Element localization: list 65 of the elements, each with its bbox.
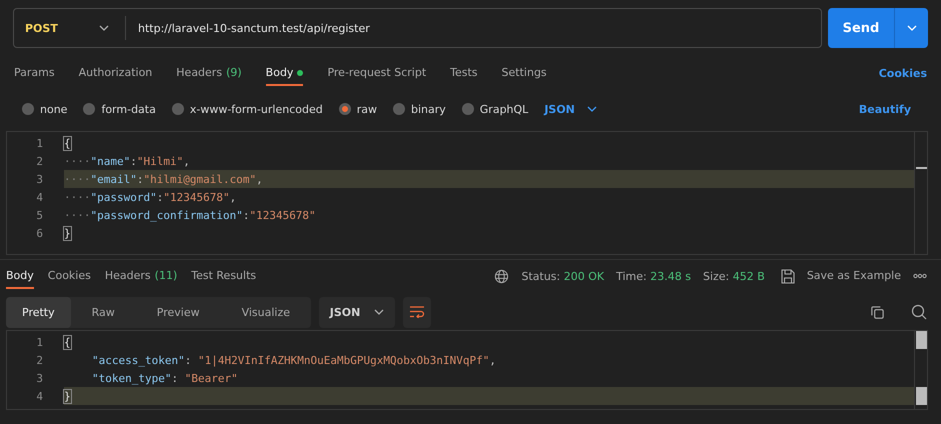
line-number: 3 xyxy=(35,372,43,384)
line-number: 1 xyxy=(35,136,43,150)
code-line: "token_type": "Bearer" xyxy=(91,370,239,387)
caret-icon xyxy=(99,25,109,31)
line-number: 5 xyxy=(35,208,43,222)
body-type-radio[interactable]: GraphQL xyxy=(462,102,528,116)
response-tab[interactable]: Test Results xyxy=(191,263,256,289)
view-mode-tab[interactable]: Pretty xyxy=(6,296,71,328)
url-field[interactable]: POST http://laravel-10-sanctum.test/api/register xyxy=(13,8,822,48)
copy-icon[interactable] xyxy=(870,304,885,320)
scrollbar[interactable] xyxy=(914,331,927,409)
line-number: 4 xyxy=(35,390,43,402)
beautify-link[interactable]: Beautify xyxy=(858,102,911,116)
request-tab[interactable]: Pre-request Script xyxy=(327,60,426,86)
response-tab[interactable]: Cookies xyxy=(48,263,91,289)
body-type-radio[interactable]: x-www-form-urlencoded xyxy=(172,102,323,116)
globe-icon[interactable] xyxy=(494,268,510,284)
line-number: 2 xyxy=(35,154,43,168)
request-tab[interactable]: Tests xyxy=(450,60,478,86)
code-line: "access_token": "1|4H2VInIfAZHKMnOuEaMbGPUgxMQobxOb3nINVqPf", xyxy=(91,352,497,369)
request-tab[interactable]: Settings xyxy=(502,60,547,86)
body-type-radio[interactable]: form-data xyxy=(83,102,156,116)
code-editor[interactable]: 1 { 2 "access_token": "1|4H2VInIfAZHKMnOuEaMbGPUgxMQobxOb3nINVqPf", 3 "token_type": "Bearer" 4 } xyxy=(6,330,928,410)
line-number: 2 xyxy=(35,354,43,366)
line-number: 3 xyxy=(35,172,43,186)
code-line: { xyxy=(64,334,72,350)
more-icon[interactable] xyxy=(913,273,927,279)
caret-icon xyxy=(586,106,597,112)
code-line: ····"name":"Hilmi", xyxy=(64,154,191,170)
save-icon[interactable] xyxy=(780,268,795,284)
body-type-radio[interactable]: binary xyxy=(392,102,446,116)
response-tab[interactable]: Headers (11) xyxy=(104,263,178,289)
cookies-link[interactable]: Cookies xyxy=(878,66,927,80)
response-tab[interactable]: Body xyxy=(6,263,34,289)
view-mode-tab[interactable]: Raw xyxy=(70,296,136,328)
view-mode-tab[interactable]: Visualize xyxy=(220,296,312,328)
request-tab[interactable]: Params xyxy=(14,60,55,86)
request-tab[interactable]: Headers (9) xyxy=(176,60,242,86)
code-line: ····"password_confirmation":"12345678" xyxy=(64,208,317,224)
code-editor[interactable]: 1 { 2 ····"name":"Hilmi", 3 ····"email":"hilmi@gmail.com", 4 ····"password":"12345678", 5 ····"password_confirmation":"12345678" 6 } xyxy=(6,131,928,255)
send-button[interactable]: Send xyxy=(828,8,894,48)
view-mode-tab[interactable]: Preview xyxy=(136,296,221,328)
caret-icon xyxy=(374,309,384,315)
caret-icon xyxy=(906,25,916,31)
request-tab[interactable]: Body xyxy=(266,60,304,86)
scrollbar[interactable] xyxy=(914,132,927,254)
body-type-radio[interactable]: none xyxy=(22,102,68,116)
response-meta: Time: 23.48 s xyxy=(616,270,691,282)
code-line: } xyxy=(64,226,72,242)
method-dropdown[interactable]: POST xyxy=(14,16,126,40)
search-icon[interactable] xyxy=(911,304,927,320)
save-example-button[interactable]: Save as Example xyxy=(806,263,901,289)
wrap-lines-button[interactable] xyxy=(403,296,432,328)
request-tab[interactable]: Authorization xyxy=(78,60,152,86)
line-number: 6 xyxy=(35,226,43,240)
line-number: 1 xyxy=(35,336,43,348)
response-meta: Status: 200 OK xyxy=(521,270,604,282)
body-type-radio[interactable]: raw xyxy=(338,102,377,116)
code-line: ····"password":"12345678", xyxy=(64,190,238,206)
response-meta: Size: 452 B xyxy=(702,270,765,282)
response-format-dropdown[interactable]: JSON xyxy=(319,296,396,328)
code-line: { xyxy=(64,136,72,152)
format-dropdown[interactable]: JSON xyxy=(544,102,597,116)
wrap-icon xyxy=(409,306,426,318)
line-number: 4 xyxy=(35,190,43,204)
